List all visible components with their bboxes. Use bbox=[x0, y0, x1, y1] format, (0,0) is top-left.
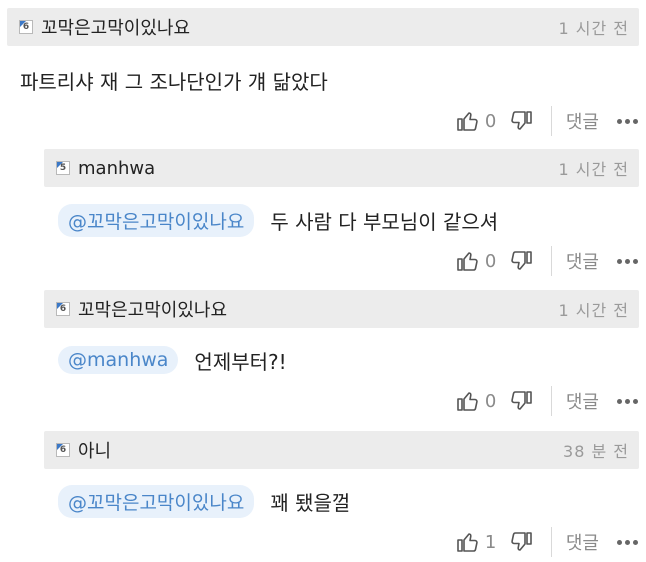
mention-tag[interactable]: @manhwa bbox=[58, 346, 179, 374]
mention-tag[interactable]: @꼬막은고막이있나요 bbox=[58, 203, 255, 237]
comment-body: @꼬막은고막이있나요 두 사람 다 부모님이 같으셔 bbox=[58, 203, 499, 237]
comment-body: @꼬막은고막이있나요 꽤 됐을껄 bbox=[58, 484, 351, 518]
like-button[interactable]: 1 bbox=[456, 530, 509, 554]
action-divider bbox=[550, 246, 552, 276]
thumbs-up-icon bbox=[457, 252, 478, 271]
thumbs-down-icon bbox=[511, 532, 532, 551]
mention-tag[interactable]: @꼬막은고막이있나요 bbox=[58, 484, 255, 518]
dislike-button[interactable] bbox=[509, 109, 533, 133]
comment-text: 파트리샤 재 그 조나단인가 걔 닮았다 bbox=[20, 69, 328, 94]
comment-actions: 0 댓글 bbox=[456, 386, 638, 416]
action-divider bbox=[550, 527, 552, 557]
more-dots-icon[interactable] bbox=[617, 118, 638, 124]
like-count: 1 bbox=[484, 531, 497, 553]
reply-button[interactable]: 댓글 bbox=[566, 529, 599, 555]
like-count: 0 bbox=[484, 390, 497, 412]
like-count: 0 bbox=[484, 250, 497, 272]
dislike-button[interactable] bbox=[509, 530, 533, 554]
dislike-button[interactable] bbox=[509, 389, 533, 413]
thumbs-up-icon bbox=[457, 392, 478, 411]
dislike-button[interactable] bbox=[509, 249, 533, 273]
like-button[interactable]: 0 bbox=[456, 109, 509, 133]
more-dots-icon[interactable] bbox=[617, 258, 638, 264]
author-nickname[interactable]: 아니 bbox=[78, 437, 111, 463]
thumbs-up-icon bbox=[457, 533, 478, 552]
thumbs-down-icon bbox=[511, 391, 532, 410]
comment-actions: 1 댓글 bbox=[456, 527, 638, 557]
comment-header: 6 꼬막은고막이있나요 1 시간 전 bbox=[7, 8, 639, 46]
reply-button[interactable]: 댓글 bbox=[566, 108, 599, 134]
like-button[interactable]: 0 bbox=[456, 249, 509, 273]
more-dots-icon[interactable] bbox=[617, 539, 638, 545]
level-badge-icon: 6 bbox=[56, 302, 70, 316]
comment-time: 38 분 전 bbox=[563, 442, 629, 461]
comment-text: 꽤 됐을껄 bbox=[270, 490, 351, 515]
thumbs-down-icon bbox=[511, 111, 532, 130]
comment-actions: 0 댓글 bbox=[456, 106, 638, 136]
comment-body: @manhwa 언제부터?! bbox=[58, 344, 287, 376]
comment-header: 6 꼬막은고막이있나요 1 시간 전 bbox=[44, 290, 639, 328]
level-badge-icon: 6 bbox=[19, 20, 33, 34]
author-nickname[interactable]: manhwa bbox=[78, 158, 155, 179]
comment-text: 언제부터?! bbox=[194, 349, 287, 374]
reply-button[interactable]: 댓글 bbox=[566, 248, 599, 274]
like-count: 0 bbox=[484, 110, 497, 132]
comment-time: 1 시간 전 bbox=[558, 19, 629, 38]
level-badge-icon: 5 bbox=[56, 161, 70, 175]
comment-header: 5 manhwa 1 시간 전 bbox=[44, 149, 639, 187]
level-badge-icon: 6 bbox=[56, 443, 70, 457]
author-nickname[interactable]: 꼬막은고막이있나요 bbox=[41, 14, 190, 40]
action-divider bbox=[550, 386, 552, 416]
author-nickname[interactable]: 꼬막은고막이있나요 bbox=[78, 296, 227, 322]
reply-button[interactable]: 댓글 bbox=[566, 388, 599, 414]
comment-time: 1 시간 전 bbox=[558, 160, 629, 179]
comment-actions: 0 댓글 bbox=[456, 246, 638, 276]
more-dots-icon[interactable] bbox=[617, 398, 638, 404]
comment-body: 파트리샤 재 그 조나단인가 걔 닮았다 bbox=[20, 64, 328, 96]
thumbs-down-icon bbox=[511, 251, 532, 270]
comment-text: 두 사람 다 부모님이 같으셔 bbox=[270, 209, 499, 234]
action-divider bbox=[550, 106, 552, 136]
comment-header: 6 아니 38 분 전 bbox=[44, 431, 639, 469]
like-button[interactable]: 0 bbox=[456, 389, 509, 413]
thumbs-up-icon bbox=[457, 112, 478, 131]
comment-time: 1 시간 전 bbox=[558, 301, 629, 320]
